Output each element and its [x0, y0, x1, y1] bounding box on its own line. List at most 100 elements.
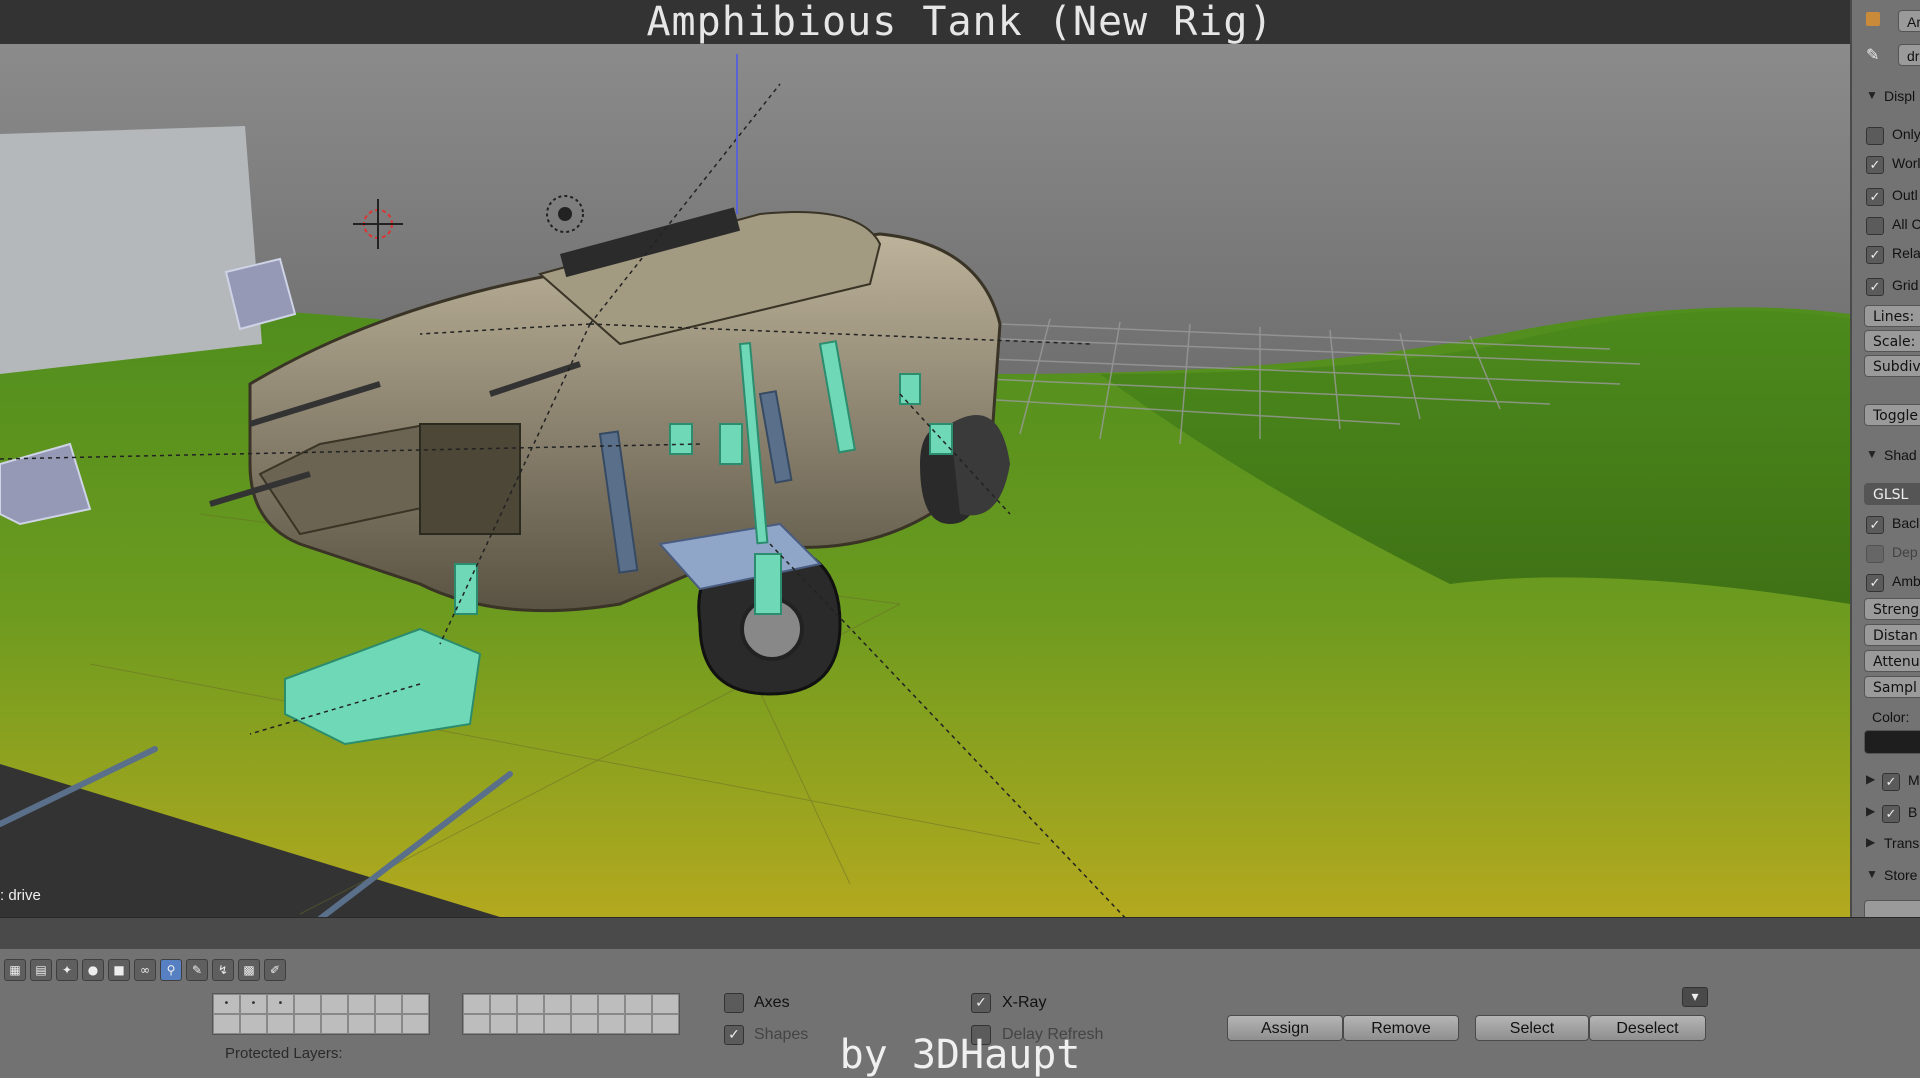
layer-cell[interactable]	[463, 994, 490, 1014]
store-button[interactable]	[1864, 900, 1920, 917]
checkbox-checked[interactable]: ✓	[1866, 574, 1884, 592]
layer-cell[interactable]	[625, 1014, 652, 1034]
layer-cell[interactable]	[375, 1014, 402, 1034]
3d-viewport[interactable]: : drive	[0, 44, 1850, 917]
layer-grid-left[interactable]: • • •	[212, 993, 430, 1035]
shading-mode-select[interactable]: GLSL	[1864, 483, 1920, 505]
armature-name-field[interactable]: dr	[1898, 44, 1920, 66]
display-option-relationship[interactable]: ✓ Rela	[1852, 241, 1920, 267]
checkbox-checked[interactable]: ✓	[1882, 773, 1900, 791]
display-option-only[interactable]: Only	[1852, 122, 1920, 148]
layer-cell[interactable]	[625, 994, 652, 1014]
object-icon[interactable]: ●	[82, 959, 104, 981]
ao-attenuation-field[interactable]: Attenu	[1864, 650, 1920, 672]
layer-cell[interactable]	[213, 1014, 240, 1034]
checkbox-checked[interactable]: ✓	[1866, 156, 1884, 174]
layer-cell[interactable]	[294, 994, 321, 1014]
layer-cell[interactable]	[571, 1014, 598, 1034]
display-option-grid[interactable]: ✓ Grid	[1852, 273, 1920, 299]
layer-cell[interactable]	[348, 1014, 375, 1034]
armature-icon[interactable]: ⚲	[160, 959, 182, 981]
layer-cell[interactable]	[571, 994, 598, 1014]
xray-checkbox[interactable]: ✓	[971, 993, 991, 1013]
scene-icon[interactable]: ▦	[4, 959, 26, 981]
display-option-outline[interactable]: ✓ Outl	[1852, 183, 1920, 209]
transform-section-header[interactable]: ▶ Trans	[1852, 831, 1920, 857]
layer-cell[interactable]	[240, 1014, 267, 1034]
shading-option-backface[interactable]: ✓ Bacl	[1852, 511, 1920, 537]
constraints-icon[interactable]: ∞	[134, 959, 156, 981]
armature-icon: ✎	[1866, 47, 1880, 64]
ao-samples-field[interactable]: Sampl	[1864, 676, 1920, 698]
layer-grid-right[interactable]	[462, 993, 680, 1035]
layer-cell[interactable]	[321, 994, 348, 1014]
ao-distance-field[interactable]: Distan	[1864, 624, 1920, 646]
layer-cell[interactable]	[402, 994, 429, 1014]
layer-cell[interactable]	[652, 994, 679, 1014]
viewport-scene	[0, 54, 1850, 917]
display-option-world[interactable]: ✓ Worl	[1852, 151, 1920, 177]
checkbox-checked[interactable]: ✓	[1866, 278, 1884, 296]
layer-cell[interactable]	[463, 1014, 490, 1034]
layer-cell[interactable]	[348, 994, 375, 1014]
layer-cell[interactable]	[490, 994, 517, 1014]
3d-cursor-icon	[353, 199, 403, 249]
toggle-button[interactable]: Toggle	[1864, 404, 1920, 426]
collapsed-section-m[interactable]: ▶ ✓ M	[1852, 768, 1920, 794]
checkbox-checked[interactable]: ✓	[1866, 188, 1884, 206]
object-name-field[interactable]: Ar	[1898, 10, 1920, 32]
pose-icon[interactable]: ✐	[264, 959, 286, 981]
filter-dropdown-icon[interactable]: ▾	[1682, 987, 1708, 1007]
collapse-triangle-icon: ▶	[1866, 835, 1876, 849]
bone-icon[interactable]: ✎	[186, 959, 208, 981]
layer-cell[interactable]	[598, 994, 625, 1014]
layer-cell[interactable]	[598, 1014, 625, 1034]
layer-cell[interactable]	[321, 1014, 348, 1034]
layer-cell[interactable]	[375, 994, 402, 1014]
store-section-header[interactable]: ▼ Store	[1852, 863, 1920, 889]
properties-tab-bar: ▦ ▤ ✦ ● ■ ∞ ⚲ ✎ ↯ ▩ ✐	[0, 949, 1920, 989]
display-option-all[interactable]: All C	[1852, 212, 1920, 238]
sidebar-top-row-1[interactable]: Ar	[1852, 8, 1920, 34]
sidebar-top-row-2[interactable]: ✎ dr	[1852, 42, 1920, 68]
layer-cell[interactable]	[544, 994, 571, 1014]
grid-scale-field[interactable]: Scale:	[1864, 330, 1920, 352]
layer-cell[interactable]	[402, 1014, 429, 1034]
layer-cell[interactable]	[267, 1014, 294, 1034]
object-data-icon[interactable]: ■	[108, 959, 130, 981]
video-title: Amphibious Tank (New Rig)	[646, 0, 1274, 45]
shading-option-ambient[interactable]: ✓ Amb	[1852, 569, 1920, 595]
layer-cell[interactable]	[652, 1014, 679, 1034]
checkbox-checked[interactable]: ✓	[1866, 246, 1884, 264]
world-icon[interactable]: ✦	[56, 959, 78, 981]
layer-cell[interactable]	[490, 1014, 517, 1034]
layer-cell[interactable]: •	[240, 994, 267, 1014]
grid-subdiv-field[interactable]: Subdiv	[1864, 355, 1920, 377]
layer-cell[interactable]: •	[213, 994, 240, 1014]
display-section-header[interactable]: ▼ Displ	[1852, 84, 1920, 110]
axes-checkbox[interactable]	[724, 993, 744, 1013]
ao-strength-field[interactable]: Streng	[1864, 598, 1920, 620]
shading-section-header[interactable]: ▼ Shad	[1852, 443, 1920, 469]
color-swatch[interactable]	[1864, 730, 1920, 754]
video-credit: by 3DHaupt	[839, 1032, 1081, 1078]
checkbox-checked[interactable]: ✓	[1866, 516, 1884, 534]
layer-cell[interactable]	[294, 1014, 321, 1034]
layer-cell[interactable]	[517, 1014, 544, 1034]
layer-cell[interactable]	[544, 1014, 571, 1034]
checkbox-checked[interactable]: ✓	[1882, 805, 1900, 823]
expand-triangle-icon: ▼	[1866, 867, 1878, 881]
checkbox[interactable]	[1866, 545, 1884, 563]
bone-constraint-icon[interactable]: ↯	[212, 959, 234, 981]
properties-sidebar: Ar ✎ dr ▼ Displ Only ✓ Worl ✓ Outl All C ✓…	[1850, 0, 1920, 917]
layer-cell[interactable]	[517, 994, 544, 1014]
collapsed-section-b[interactable]: ▶ ✓ B	[1852, 800, 1920, 826]
collapse-triangle-icon: ▶	[1866, 804, 1876, 818]
checkbox[interactable]	[1866, 217, 1884, 235]
layer-cell[interactable]: •	[267, 994, 294, 1014]
checkbox[interactable]	[1866, 127, 1884, 145]
grid-lines-field[interactable]: Lines:	[1864, 305, 1920, 327]
texture-icon[interactable]: ▩	[238, 959, 260, 981]
shading-option-depth[interactable]: Dep	[1852, 540, 1920, 566]
render-layers-icon[interactable]: ▤	[30, 959, 52, 981]
